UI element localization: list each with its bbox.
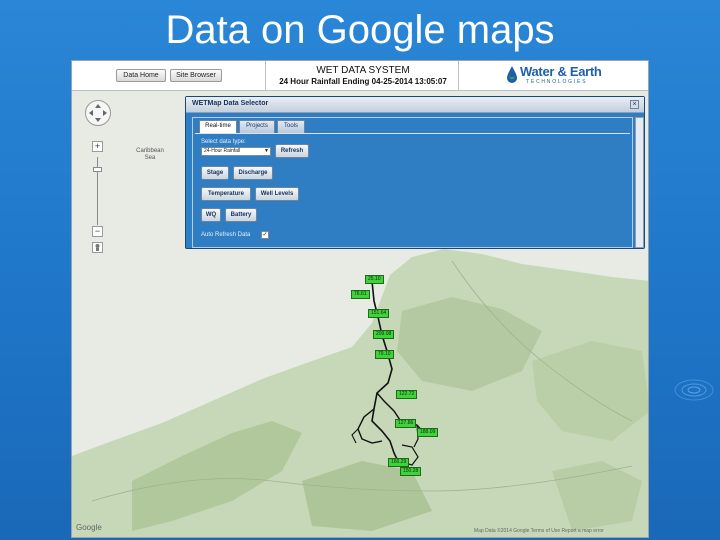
street-view-icon[interactable] — [92, 242, 103, 253]
rain-gauge-marker[interactable]: 150.28 — [400, 467, 422, 476]
rain-gauge-marker[interactable]: 151.64 — [368, 309, 390, 318]
auto-refresh-label: Auto Refresh Data — [201, 232, 251, 238]
rain-gauge-marker[interactable]: 76.61 — [351, 290, 370, 299]
header-divider — [265, 61, 266, 91]
refresh-button[interactable]: Refresh — [275, 144, 309, 158]
discharge-button[interactable]: Discharge — [233, 166, 273, 180]
logo-tagline: TECHNOLOGIES — [526, 79, 588, 85]
tab-real-time[interactable]: Real-time — [199, 120, 237, 133]
rain-gauge-marker[interactable]: 79.10 — [375, 350, 394, 359]
chevron-down-icon: ▼ — [264, 148, 269, 154]
battery-button[interactable]: Battery — [225, 208, 257, 222]
rain-gauge-marker[interactable]: 166.29 — [388, 458, 410, 467]
well-levels-button[interactable]: Well Levels — [255, 187, 299, 201]
zoom-in-button[interactable]: + — [92, 141, 103, 152]
rain-gauge-marker[interactable]: 122.72 — [396, 390, 418, 399]
temperature-button[interactable]: Temperature — [201, 187, 251, 201]
app-screenshot: Data Home Site Browser WET DATA SYSTEM 2… — [71, 60, 649, 538]
water-drop-icon — [507, 66, 517, 83]
stage-button[interactable]: Stage — [201, 166, 229, 180]
company-logo: Water & Earth TECHNOLOGIES — [506, 64, 606, 88]
rain-gauge-marker[interactable]: 209.08 — [373, 330, 395, 339]
tab-divider — [195, 133, 630, 134]
zoom-out-button[interactable]: − — [92, 226, 103, 237]
wq-button[interactable]: WQ — [201, 208, 221, 222]
slide-title: Data on Google maps — [165, 8, 555, 52]
pan-control-icon[interactable] — [84, 99, 112, 127]
data-type-select[interactable]: 24-Hour Rainfall ▼ — [201, 147, 271, 156]
auto-refresh-checkbox[interactable]: ✓ — [261, 231, 269, 239]
map-place-label: Caribbean Sea — [136, 148, 164, 161]
tab-tools[interactable]: Tools — [277, 120, 305, 133]
logo-text: Water & Earth — [520, 64, 602, 79]
rain-gauge-marker[interactable]: 25.10 — [365, 275, 384, 284]
site-browser-button[interactable]: Site Browser — [170, 69, 222, 82]
select-data-type-label: Select data type: — [201, 139, 246, 145]
google-logo: Google — [76, 523, 102, 532]
data-selector-dialog: WETMap Data Selector × Real-time Project… — [185, 96, 645, 249]
rain-gauge-marker[interactable]: 188.09 — [417, 428, 439, 437]
zoom-slider-thumb[interactable] — [93, 167, 102, 172]
dialog-title: WETMap Data Selector — [192, 100, 269, 107]
rain-gauge-marker[interactable]: 127.86 — [395, 419, 417, 428]
dialog-title-bar[interactable]: WETMap Data Selector × — [186, 97, 644, 113]
tab-projects[interactable]: Projects — [239, 120, 275, 133]
dialog-content: Real-time Projects Tools Select data typ… — [192, 117, 633, 248]
dialog-scrollbar[interactable] — [635, 117, 644, 248]
app-header: Data Home Site Browser WET DATA SYSTEM 2… — [72, 61, 648, 91]
rainfall-subtitle: 24 Hour Rainfall Ending 04-25-2014 13:05… — [279, 77, 447, 86]
header-divider — [458, 61, 459, 91]
map-credit: Map Data ©2014 Google Terms of Use Repor… — [474, 528, 604, 534]
close-icon[interactable]: × — [630, 100, 639, 109]
data-home-button[interactable]: Data Home — [116, 69, 166, 82]
system-title: WET DATA SYSTEM — [316, 65, 410, 76]
ripple-decoration — [674, 379, 714, 401]
